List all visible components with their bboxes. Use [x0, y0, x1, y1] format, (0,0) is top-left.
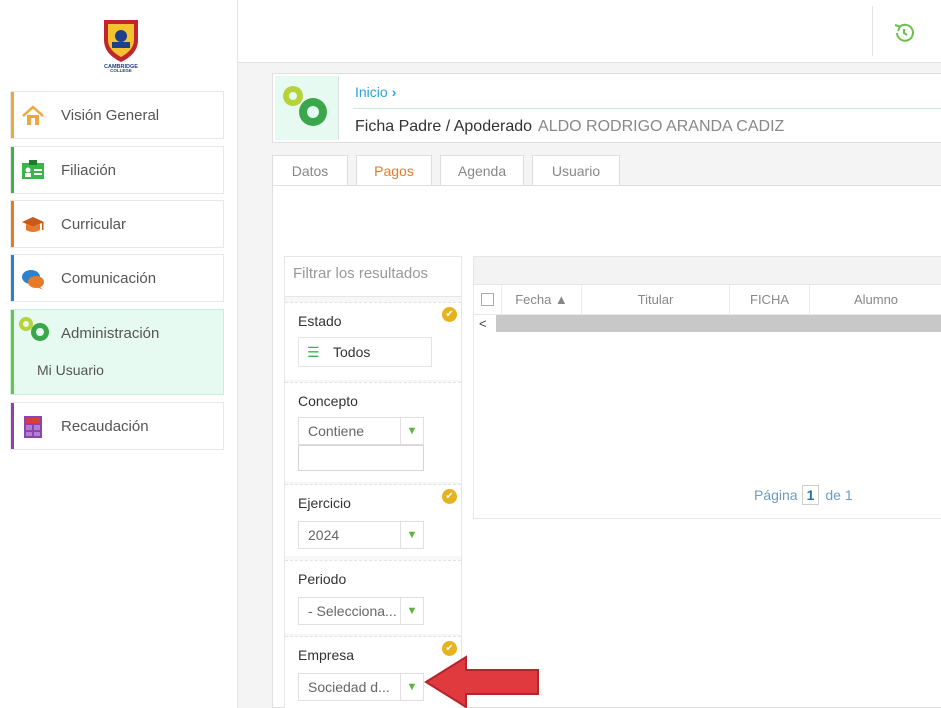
empresa-select[interactable]: Sociedad d... ▼ — [298, 673, 424, 701]
sidebar-item-administracion[interactable]: Administración Mi Usuario — [10, 309, 224, 395]
dropdown-arrow-icon[interactable]: ▼ — [400, 522, 423, 548]
page-header-card: Inicio › Ficha Padre / Apoderado ALDO RODR… — [272, 73, 941, 143]
subject-name: ALDO RODRIGO ARANDA CADIZ — [538, 118, 785, 135]
estado-todos-button[interactable]: ☰ Todos — [298, 337, 432, 367]
concepto-text-input[interactable] — [298, 445, 424, 471]
filter-concepto: Concepto Contiene ▼ — [285, 382, 461, 482]
filter-search-input[interactable]: Filtrar los resultados — [285, 257, 461, 297]
annotation-arrow — [424, 655, 539, 708]
sidebar-item-label: Comunicación — [61, 270, 157, 287]
dropdown-arrow-icon[interactable]: ▼ — [400, 418, 423, 444]
sidebar-subitem-mi-usuario[interactable]: Mi Usuario — [37, 362, 104, 378]
id-card-icon — [22, 160, 44, 179]
payments-grid: Fecha ▲ Titular FICHA Alumno < Página 1 de… — [473, 256, 941, 519]
top-bar — [238, 0, 941, 63]
page-header-icon-box — [275, 76, 339, 140]
gears-icon — [283, 86, 327, 126]
horizontal-scrollbar[interactable]: < — [474, 315, 941, 332]
column-header-ficha[interactable]: FICHA — [730, 285, 810, 315]
sidebar-item-recaudacion[interactable]: Recaudación — [10, 402, 224, 450]
select-value: Sociedad d... — [308, 679, 390, 695]
sidebar-item-label: Visión General — [61, 107, 160, 124]
calculator-icon — [24, 416, 42, 438]
check-icon: ✔ — [442, 307, 457, 322]
breadcrumb-divider — [353, 108, 941, 109]
tab-pagos[interactable]: Pagos — [356, 155, 432, 187]
chat-bubbles-icon — [22, 270, 44, 290]
filter-periodo: Periodo - Selecciona... ▼ — [285, 560, 461, 634]
concepto-operator-select[interactable]: Contiene ▼ — [298, 417, 424, 445]
graduation-cap-icon — [22, 217, 44, 232]
pager-label: Página — [754, 487, 798, 503]
sidebar-item-curricular[interactable]: Curricular — [10, 200, 224, 248]
periodo-select[interactable]: - Selecciona... ▼ — [298, 597, 424, 625]
filter-title: Ejercicio — [298, 495, 351, 511]
sidebar-item-label: Curricular — [61, 216, 127, 233]
estado-value: Todos — [333, 344, 371, 360]
select-value: Contiene — [308, 423, 365, 439]
sidebar-item-filiacion[interactable]: Filiación — [10, 146, 224, 194]
history-icon[interactable] — [892, 21, 916, 45]
svg-text:COLLEGE: COLLEGE — [110, 68, 132, 72]
breadcrumb: Inicio › — [355, 84, 396, 100]
scroll-left-icon[interactable]: < — [479, 315, 487, 332]
check-icon: ✔ — [442, 489, 457, 504]
sidebar: CAMBRIDGE COLLEGE Visión General Filiaci… — [0, 0, 238, 708]
sidebar-item-label: Filiación — [61, 162, 117, 179]
gears-icon — [19, 317, 49, 341]
sidebar-item-vision-general[interactable]: Visión General — [10, 91, 224, 139]
topbar-divider — [872, 6, 873, 56]
select-value: 2024 — [308, 527, 340, 543]
select-value: - Selecciona... — [308, 603, 397, 619]
filter-title: Periodo — [298, 571, 347, 587]
sidebar-item-label: Administración — [61, 325, 160, 342]
page-number-input[interactable]: 1 — [801, 485, 820, 505]
list-icon: ☰ — [307, 344, 320, 360]
grid-toolbar — [474, 257, 941, 285]
filter-title: Empresa — [298, 647, 355, 663]
filter-panel: Filtrar los resultados Estado ✔ ☰ Todos … — [284, 256, 462, 708]
ejercicio-select[interactable]: 2024 ▼ — [298, 521, 424, 549]
scrollbar-track[interactable] — [496, 315, 941, 332]
page-title: Ficha Padre / Apoderado ALDO RODRIGO ARAN… — [355, 118, 784, 136]
column-header-fecha[interactable]: Fecha ▲ — [502, 285, 582, 315]
tab-datos[interactable]: Datos — [272, 155, 348, 185]
grid-header-select — [474, 285, 502, 315]
filter-estado: Estado ✔ ☰ Todos — [285, 302, 461, 380]
sidebar-item-label: Recaudación — [61, 418, 149, 435]
tab-usuario[interactable]: Usuario — [532, 155, 620, 185]
dropdown-arrow-icon[interactable]: ▼ — [400, 674, 423, 700]
chevron-right-icon: › — [391, 84, 397, 100]
grid-header: Fecha ▲ Titular FICHA Alumno — [474, 285, 941, 315]
home-icon — [22, 105, 44, 125]
column-header-titular[interactable]: Titular — [582, 285, 730, 315]
select-all-checkbox[interactable] — [481, 293, 494, 306]
filter-title: Concepto — [298, 393, 358, 409]
pager-total: de 1 — [825, 487, 853, 503]
page-title-text: Ficha Padre / Apoderado — [355, 118, 533, 135]
dropdown-arrow-icon[interactable]: ▼ — [400, 598, 423, 624]
pager: Página 1 de 1 — [754, 485, 853, 505]
tab-agenda[interactable]: Agenda — [440, 155, 524, 185]
sidebar-item-comunicacion[interactable]: Comunicación — [10, 254, 224, 302]
school-logo: CAMBRIDGE COLLEGE — [104, 20, 138, 72]
filter-title: Estado — [298, 313, 342, 329]
column-header-alumno[interactable]: Alumno — [810, 285, 941, 315]
filter-ejercicio: Ejercicio ✔ 2024 ▼ — [285, 484, 461, 556]
breadcrumb-inicio-link[interactable]: Inicio — [355, 84, 388, 100]
